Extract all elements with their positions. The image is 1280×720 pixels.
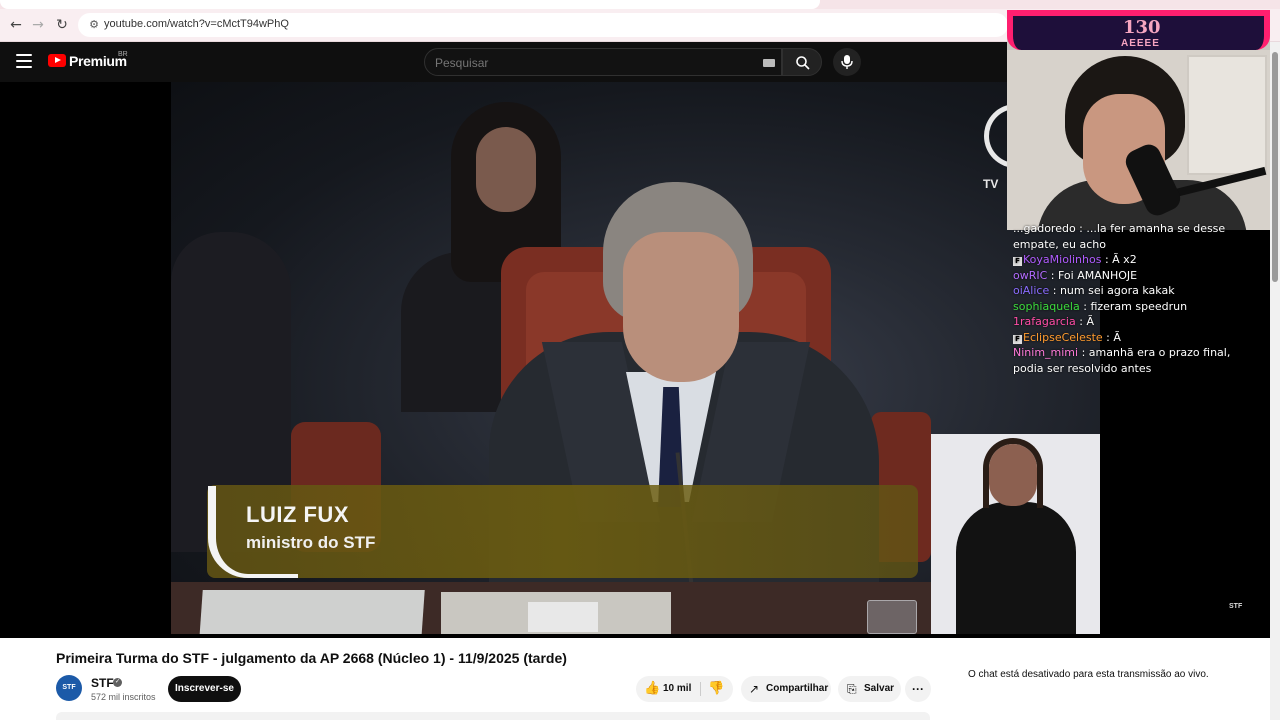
voice-search-button[interactable] [833, 48, 861, 76]
laptop [199, 590, 425, 634]
description-box[interactable] [56, 712, 930, 720]
chat-message: ...gadoredo : ...la fer amanha se desse … [1013, 222, 1226, 251]
subscribe-button[interactable]: Inscrever-se [168, 676, 241, 702]
subscriber-count: 572 mil inscritos [91, 692, 156, 702]
chat-username: ...gadoredo [1013, 222, 1076, 235]
banner-text: AEEEE [1121, 38, 1160, 49]
lower-third-role: ministro do STF [246, 533, 376, 552]
background-person [476, 127, 536, 212]
webcam-overlay: 130 AEEEE [1007, 10, 1270, 230]
channel-name[interactable]: STF [91, 676, 114, 690]
water-glass [867, 600, 917, 634]
reload-button[interactable]: ↻ [52, 15, 72, 35]
chat-text: num sei agora kakak [1059, 284, 1175, 297]
search-icon [796, 56, 810, 70]
chat-message: oiAlice : num sei agora kakak [1013, 284, 1175, 297]
share-button[interactable]: ↗ Compartilhar [741, 676, 831, 702]
viewer-count: 130 [1123, 17, 1161, 38]
youtube-logo-icon[interactable] [48, 54, 66, 67]
address-bar[interactable]: ⚙ youtube.com/watch?v=cMctT94wPhQ [78, 13, 1008, 37]
stream-chat: ...gadoredo : ...la fer amanha se desse … [1013, 222, 1263, 376]
chat-text: Ã x2 [1112, 253, 1137, 266]
active-tab[interactable] [0, 0, 820, 9]
chat-text: Ã [1113, 330, 1121, 344]
screen: ← → ↻ ⚙ youtube.com/watch?v=cMctT94wPhQ … [0, 0, 1280, 720]
sign-interpreter [989, 444, 1037, 506]
bookmark-icon: ⎘ [847, 682, 857, 696]
speaker [623, 232, 739, 382]
chat-text: Foi AMANHOJE [1058, 268, 1138, 282]
scrollbar-thumb[interactable] [1272, 52, 1278, 282]
share-icon: ↗ [749, 682, 760, 696]
sign-interpreter [956, 502, 1076, 634]
chat-username: Ninim_mimi [1013, 346, 1079, 359]
chat-message: owRIC : Foi AMANHOJE [1013, 268, 1138, 282]
search-box [424, 48, 782, 76]
search-button[interactable] [782, 48, 822, 76]
youtube-header: Premium BR [0, 42, 1010, 82]
chat-username: owRIC [1013, 268, 1048, 282]
chat-username: KoyaMiolinhos [1023, 253, 1102, 266]
divider [700, 682, 701, 696]
chat-message: Ninim_mimi : amanhã era o prazo final, p… [1013, 346, 1231, 375]
chat-text: Ã [1086, 315, 1094, 328]
chat-username: sophiaquela [1013, 299, 1080, 313]
share-label: Compartilhar [766, 683, 829, 694]
video-watermark: STF [1229, 603, 1243, 610]
shelf [1187, 55, 1267, 175]
badge-icon: F [1013, 257, 1022, 266]
chat-message: sophiaquela : fizeram speedrun [1013, 299, 1188, 313]
chat-message: F EclipseCeleste : Ã [1013, 330, 1263, 346]
chat-username: oiAlice [1013, 284, 1050, 297]
chat-message: F KoyaMiolinhos : Ã x2 [1013, 252, 1263, 268]
badge-icon: F [1013, 334, 1022, 344]
thumbs-up-icon[interactable]: 👍 [644, 676, 660, 702]
chat-disabled-notice: O chat está desativado para esta transmi… [968, 669, 1209, 680]
save-button[interactable]: ⎘ Salvar [838, 676, 901, 702]
video-title: Primeira Turma do STF - julgamento da AP… [56, 650, 567, 666]
lower-third-bracket [208, 486, 298, 578]
page-scrollbar[interactable] [1270, 42, 1280, 720]
lower-third-name: LUIZ FUX [246, 502, 349, 527]
video-frame[interactable]: TV LUIZ FUX ministro do STF [171, 82, 1100, 634]
url-text: youtube.com/watch?v=cMctT94wPhQ [104, 18, 289, 30]
chat-username: 1rafagarcia [1013, 315, 1076, 328]
chat-message: 1rafagarcia : Ã [1013, 315, 1094, 328]
channel-avatar[interactable]: STF [56, 675, 82, 701]
menu-icon[interactable] [16, 54, 32, 68]
search-input[interactable] [435, 56, 735, 70]
more-actions-button[interactable]: ··· [905, 676, 931, 702]
tab-strip [0, 0, 1280, 9]
like-count[interactable]: 10 mil [663, 676, 691, 702]
thumbs-down-icon[interactable]: 👎 [708, 676, 724, 702]
forward-button[interactable]: → [28, 15, 48, 35]
chat-username: EclipseCeleste [1023, 330, 1103, 344]
microphone-icon [841, 55, 853, 69]
lower-third [207, 485, 918, 578]
chat-text: fizeram speedrun [1090, 299, 1188, 313]
keyboard-icon[interactable] [763, 59, 775, 67]
back-button[interactable]: ← [6, 15, 26, 35]
like-dislike-group: 👍 10 mil 👎 [636, 676, 733, 702]
save-label: Salvar [864, 683, 895, 694]
tv-badge: TV [983, 177, 999, 191]
site-settings-icon[interactable]: ⚙ [86, 17, 102, 33]
region-code: BR [118, 51, 128, 58]
laptop-sticker [528, 602, 598, 632]
webcam-banner: 130 AEEEE [1007, 10, 1270, 50]
verified-icon: ✓ [113, 678, 122, 687]
